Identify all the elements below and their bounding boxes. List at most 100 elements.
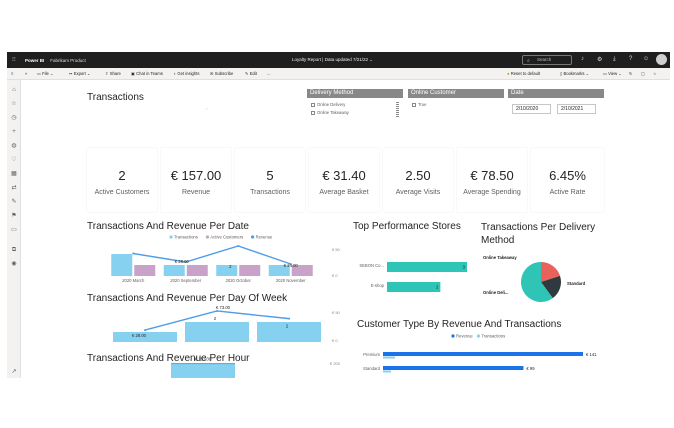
shared-icon[interactable]: ⇄ bbox=[10, 184, 18, 192]
bar-store bbox=[387, 282, 441, 292]
edit-button[interactable]: ✎ Edit bbox=[245, 71, 257, 76]
chart-customer-type-by-revenue[interactable]: Customer Type By Revenue And Transaction… bbox=[353, 316, 603, 378]
legend-label: Active Customers bbox=[210, 235, 243, 240]
page-title: Transactions bbox=[87, 92, 144, 103]
workspaces-icon[interactable]: ⧉ bbox=[10, 246, 18, 254]
bar-transactions bbox=[383, 370, 391, 373]
slice-label: Standard bbox=[567, 281, 586, 286]
bell-icon[interactable]: ♪ bbox=[581, 56, 584, 62]
chart-transactions-revenue-per-hour[interactable]: Transactions And Revenue Per Hour € 157.… bbox=[87, 350, 349, 378]
top-bar: ⁝⁝ Power BI Fabrikam Product Loyalty Rep… bbox=[7, 52, 670, 68]
gear-icon[interactable]: ⚙ bbox=[597, 56, 602, 63]
slicer-option-online-delivery[interactable]: Online Delivery bbox=[311, 102, 345, 107]
kpi-card-average-visits[interactable]: 2.50 Average Visits bbox=[383, 148, 453, 212]
search-icon: ⌕ bbox=[527, 58, 530, 64]
bar-transactions bbox=[163, 265, 185, 276]
chart-top-performance-stores[interactable]: Top Performance Stores SEBON Co... 3 E-sho… bbox=[353, 218, 477, 312]
edit-label: Edit bbox=[249, 71, 257, 76]
comment-icon[interactable]: ▢ bbox=[641, 71, 645, 76]
chart-svg: SEBON Co... 3E-shop 2 bbox=[359, 262, 467, 292]
menu-icon[interactable]: ≡ bbox=[11, 71, 13, 76]
avatar[interactable] bbox=[656, 54, 667, 65]
checkbox[interactable] bbox=[412, 102, 416, 107]
favorites-icon[interactable]: ☆ bbox=[10, 100, 18, 108]
monitor-icon[interactable]: ▭ bbox=[10, 226, 18, 234]
kpi-label: Active Customers bbox=[94, 189, 150, 196]
revenue-line bbox=[133, 245, 291, 265]
chart-svg: Revenue Transactions Premium € 141 Standard €… bbox=[363, 334, 597, 373]
kpi-card-average-spending[interactable]: € 78.50 Average Spending bbox=[457, 148, 527, 212]
feedback-icon[interactable]: ☺ bbox=[643, 56, 649, 62]
kpi-label: Average Basket bbox=[319, 189, 369, 196]
bookmarks-menu[interactable]: ▯ Bookmarks ⌄ bbox=[560, 71, 589, 76]
report-title-bar[interactable]: Loyalty Report | Data updated 7/21/22 ⌄ bbox=[292, 57, 373, 63]
app-launcher-icon[interactable]: ⁝⁝ bbox=[12, 56, 16, 63]
x-tick-label: 2020 November bbox=[276, 278, 306, 283]
slicer-scrollbar[interactable] bbox=[396, 102, 399, 118]
get-insights-button[interactable]: ♁ Get insights bbox=[173, 71, 199, 76]
expand-nav-icon[interactable]: ↗ bbox=[10, 368, 18, 376]
search-input[interactable]: ⌕ Search bbox=[522, 55, 572, 65]
download-icon[interactable]: ⤓ bbox=[613, 56, 616, 63]
kpi-value: 5 bbox=[266, 168, 274, 183]
date-to-input[interactable]: 2/10/2021 bbox=[557, 104, 596, 114]
legend-marker bbox=[451, 334, 455, 338]
home-icon[interactable]: ⌂ bbox=[10, 86, 18, 94]
revenue-point bbox=[216, 309, 218, 312]
workspace-label[interactable]: Fabrikam Product bbox=[50, 58, 86, 63]
star-icon[interactable]: ☆ bbox=[653, 71, 657, 76]
expand-icon[interactable]: » bbox=[25, 71, 27, 76]
data-label: € 24.00 bbox=[284, 263, 299, 268]
slicer-option-online-takeaway[interactable]: Online Takeaway bbox=[311, 110, 349, 115]
option-label: True bbox=[418, 102, 427, 107]
share-button[interactable]: ⇪ Share bbox=[105, 71, 121, 76]
reset-to-default-button[interactable]: ● Reset to default bbox=[507, 71, 540, 76]
kpi-card-revenue[interactable]: € 157.00 Revenue bbox=[161, 148, 231, 212]
delivery-method-slicer-header: Delivery Method bbox=[307, 89, 403, 98]
slice-label: Online Takeaway bbox=[483, 255, 517, 260]
kpi-card-active-customers[interactable]: 2 Active Customers bbox=[87, 148, 157, 212]
apps-icon[interactable]: ▦ bbox=[10, 170, 18, 178]
recent-icon[interactable]: ◷ bbox=[10, 114, 18, 122]
learn-icon[interactable]: ✎ bbox=[10, 198, 18, 206]
legend-marker bbox=[205, 235, 209, 239]
kpi-label: Transactions bbox=[250, 189, 290, 196]
chart-transactions-per-delivery-method[interactable]: Transactions Per Delivery Method Online … bbox=[481, 218, 603, 312]
checkbox[interactable] bbox=[311, 110, 315, 115]
chart-transactions-revenue-per-day-of-week[interactable]: Transactions And Revenue Per Day Of Week… bbox=[87, 290, 349, 348]
help-icon[interactable]: ? bbox=[629, 56, 632, 62]
slicer-option-true[interactable]: True bbox=[412, 102, 426, 107]
y-tick-label: SEBON Co... bbox=[359, 263, 384, 268]
kpi-card-transactions[interactable]: 5 Transactions bbox=[235, 148, 305, 212]
create-icon[interactable]: + bbox=[10, 128, 18, 136]
chat-label: Chat in Teams bbox=[136, 71, 163, 76]
date-from-input[interactable]: 2/10/2020 bbox=[512, 104, 551, 114]
my-workspace-icon[interactable]: ◉ bbox=[10, 260, 18, 268]
x-tick-label: 2020 October bbox=[226, 278, 252, 283]
goals-icon[interactable]: ♡ bbox=[10, 156, 18, 164]
checkbox[interactable] bbox=[311, 102, 315, 107]
view-menu[interactable]: ▭ View ⌄ bbox=[603, 71, 622, 76]
legend-marker bbox=[251, 235, 255, 239]
more-options-button[interactable]: ... bbox=[267, 71, 271, 76]
y2-tick-label: € 50 bbox=[332, 247, 341, 252]
kpi-card-active-rate[interactable]: 6.45% Active Rate bbox=[531, 148, 604, 212]
chat-in-teams-button[interactable]: ▣ Chat in Teams bbox=[131, 71, 163, 76]
kpi-label: Average Spending bbox=[463, 189, 521, 196]
powerbi-window: ⁝⁝ Power BI Fabrikam Product Loyalty Rep… bbox=[7, 52, 670, 378]
chart-svg: € 28.00€ 73.0022€ 50€ 0 bbox=[113, 305, 341, 343]
data-label: € 157.00 bbox=[195, 357, 212, 362]
metrics-icon[interactable]: ⚑ bbox=[10, 212, 18, 220]
bar-transactions bbox=[216, 265, 238, 276]
file-menu[interactable]: ▭ File ⌄ bbox=[37, 71, 54, 76]
kpi-card-average-basket[interactable]: € 31.40 Average Basket bbox=[309, 148, 379, 212]
brand-label[interactable]: Power BI bbox=[25, 58, 44, 63]
subscribe-button[interactable]: ✉ Subscribe bbox=[210, 71, 233, 76]
refresh-icon[interactable]: ↻ bbox=[629, 71, 633, 76]
revenue-point bbox=[132, 252, 135, 255]
report-canvas: Transactions ◦ Delivery Method Online De… bbox=[21, 80, 670, 378]
export-menu[interactable]: ↦ Export ⌄ bbox=[69, 71, 90, 76]
legend-label: Transactions bbox=[174, 235, 198, 240]
datahub-icon[interactable]: ◍ bbox=[10, 142, 18, 150]
chart-transactions-revenue-per-date[interactable]: Transactions And Revenue Per Date Transa… bbox=[87, 218, 349, 288]
